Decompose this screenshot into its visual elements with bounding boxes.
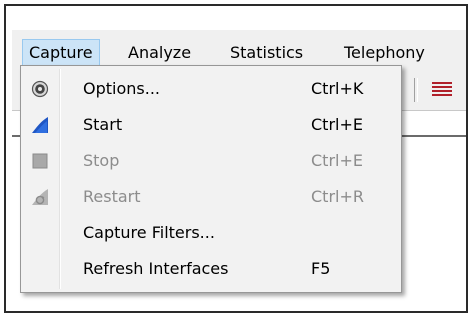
menu-item-label: Options...: [83, 79, 160, 98]
gear-icon: [31, 80, 49, 98]
menu-item-shortcut: Ctrl+E: [311, 115, 363, 134]
menu-item-options[interactable]: Options... Ctrl+K: [23, 72, 399, 106]
menu-item-shortcut: Ctrl+K: [311, 79, 364, 98]
menu-item-refresh-interfaces[interactable]: Refresh Interfaces F5: [23, 252, 399, 286]
menu-item-label: Restart: [83, 187, 141, 206]
menu-item-start[interactable]: Start Ctrl+E: [23, 108, 399, 142]
menu-item-label: Start: [83, 115, 123, 134]
menu-item-shortcut: F5: [311, 259, 331, 278]
menu-item-label: Capture Filters...: [83, 223, 215, 242]
capture-menu-dropdown: Options... Ctrl+K Start Ctrl+E Stop Ctrl…: [20, 65, 402, 293]
menu-statistics[interactable]: Statistics: [224, 40, 309, 66]
list-icon[interactable]: [432, 82, 452, 98]
menu-telephony[interactable]: Telephony: [338, 40, 431, 66]
shark-fin-icon: [31, 116, 49, 134]
menu-item-shortcut: Ctrl+E: [311, 151, 363, 170]
toolbar-separator: [414, 78, 418, 102]
menu-item-restart[interactable]: Restart Ctrl+R: [23, 180, 399, 214]
stop-icon: [31, 152, 49, 170]
menu-analyze[interactable]: Analyze: [122, 40, 197, 66]
menu-item-stop[interactable]: Stop Ctrl+E: [23, 144, 399, 178]
menu-item-capture-filters[interactable]: Capture Filters...: [23, 216, 399, 250]
menu-item-shortcut: Ctrl+R: [311, 187, 364, 206]
menu-capture[interactable]: Capture: [22, 39, 100, 67]
menu-item-label: Refresh Interfaces: [83, 259, 229, 278]
restart-icon: [31, 188, 49, 206]
menu-item-label: Stop: [83, 151, 120, 170]
